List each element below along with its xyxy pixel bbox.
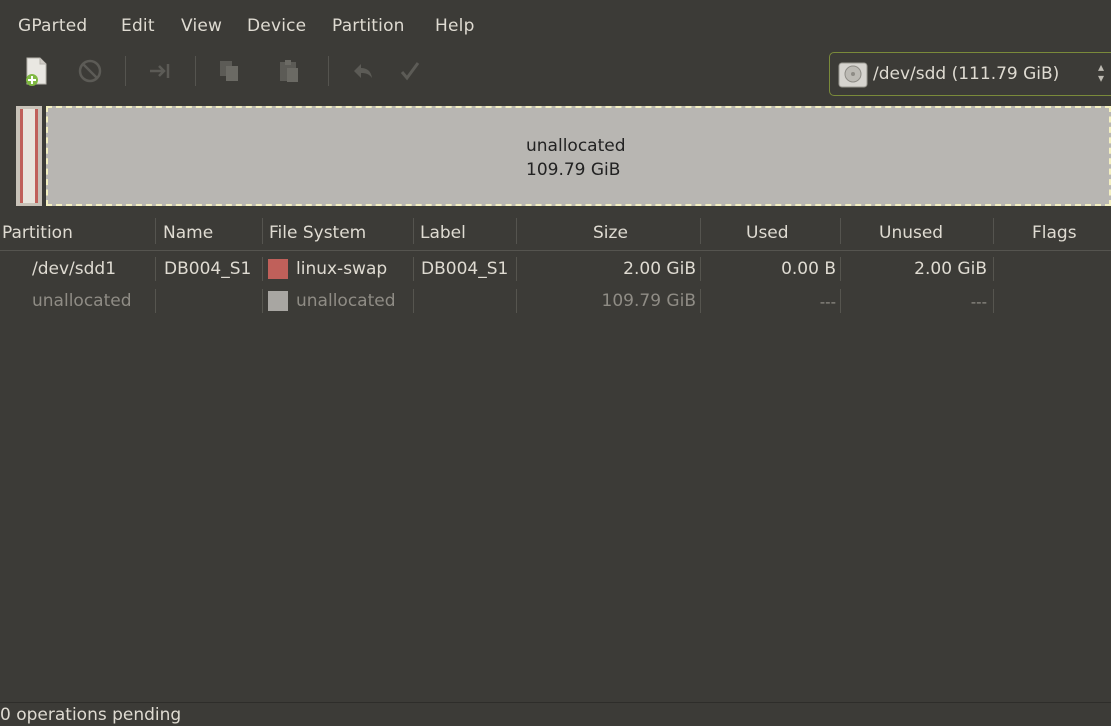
disk-graph: unallocated 109.79 GiB [10, 102, 1111, 210]
cell-partition: /dev/sdd1 [32, 259, 117, 279]
column-separator [155, 218, 156, 244]
cell-size: 2.00 GiB [623, 259, 696, 279]
cell-size: 109.79 GiB [601, 291, 696, 311]
delete-button[interactable] [73, 54, 107, 88]
menu-gparted[interactable]: GParted [18, 16, 87, 36]
cell-separator [262, 257, 263, 281]
partition-block-unallocated[interactable]: unallocated 109.79 GiB [46, 106, 1111, 206]
menu-help[interactable]: Help [435, 16, 475, 36]
paste-icon [280, 60, 298, 82]
toolbar-separator [195, 56, 196, 86]
toolbar-separator [125, 56, 126, 86]
cell-separator [993, 289, 994, 313]
resize-move-button[interactable] [143, 54, 177, 88]
harddisk-icon [838, 62, 868, 88]
col-label[interactable]: Label [420, 223, 466, 243]
cell-filesystem: unallocated [296, 291, 396, 311]
fs-color-swatch [268, 259, 288, 279]
cell-used: --- [819, 293, 836, 311]
copy-icon [220, 61, 238, 81]
column-separator [840, 218, 841, 244]
cell-filesystem: linux-swap [296, 259, 388, 279]
cell-separator [262, 289, 263, 313]
cell-separator [700, 289, 701, 313]
swap-fill [20, 109, 38, 203]
apply-icon [400, 62, 420, 81]
col-partition[interactable]: Partition [2, 223, 73, 243]
cell-separator [700, 257, 701, 281]
device-selector[interactable]: /dev/sdd (111.79 GiB) ▴ ▾ [829, 52, 1111, 96]
column-separator [413, 218, 414, 244]
cell-unused: 2.00 GiB [914, 259, 987, 279]
cell-label: DB004_S1 [421, 259, 509, 279]
table-header: Partition Name File System Label Size Us… [0, 212, 1111, 251]
cell-used: 0.00 B [781, 259, 836, 279]
new-icon [26, 57, 47, 86]
col-name[interactable]: Name [163, 223, 213, 243]
cell-separator [413, 289, 414, 313]
column-separator [700, 218, 701, 244]
menu-view[interactable]: View [181, 16, 222, 36]
cell-unused: --- [970, 293, 987, 311]
column-separator [262, 218, 263, 244]
partition-table: Partition Name File System Label Size Us… [0, 212, 1111, 702]
device-selector-value: /dev/sdd (111.79 GiB) [873, 64, 1060, 84]
statusbar: 0 operations pending [0, 702, 1111, 726]
delete-icon [78, 59, 102, 83]
status-text: 0 operations pending [0, 705, 182, 725]
cell-separator [155, 257, 156, 281]
paste-button[interactable] [272, 54, 306, 88]
table-row[interactable]: /dev/sdd1 DB004_S1 linux-swap DB004_S1 2… [0, 254, 1111, 284]
col-filesystem[interactable]: File System [269, 223, 366, 243]
menu-edit[interactable]: Edit [121, 16, 155, 36]
undo-button[interactable] [346, 54, 380, 88]
partition-block-swap[interactable] [16, 106, 42, 206]
cell-partition: unallocated [32, 291, 132, 311]
cell-separator [516, 257, 517, 281]
cell-name: DB004_S1 [164, 259, 252, 279]
menu-partition[interactable]: Partition [332, 16, 405, 36]
menu-device[interactable]: Device [247, 16, 306, 36]
new-partition-button[interactable] [20, 54, 54, 88]
column-separator [993, 218, 994, 244]
col-size[interactable]: Size [593, 223, 628, 243]
chevron-updown-icon: ▴ ▾ [1098, 60, 1105, 85]
col-used[interactable]: Used [746, 223, 789, 243]
column-separator [516, 218, 517, 244]
toolbar-separator [328, 56, 329, 86]
cell-separator [993, 257, 994, 281]
col-unused[interactable]: Unused [879, 223, 943, 243]
cell-separator [840, 257, 841, 281]
copy-button[interactable] [212, 54, 246, 88]
menubar: GParted Edit View Device Partition Help [0, 0, 1111, 44]
table-row[interactable]: unallocated unallocated 109.79 GiB --- -… [0, 286, 1111, 316]
cell-separator [516, 289, 517, 313]
undo-icon [354, 64, 372, 78]
apply-button[interactable] [393, 54, 427, 88]
unallocated-size: 109.79 GiB [526, 160, 621, 180]
cell-separator [840, 289, 841, 313]
cell-separator [413, 257, 414, 281]
col-flags[interactable]: Flags [1032, 223, 1077, 243]
resize-move-icon [150, 64, 170, 78]
cell-separator [155, 289, 156, 313]
fs-color-swatch [268, 291, 288, 311]
unallocated-label: unallocated [526, 136, 626, 156]
